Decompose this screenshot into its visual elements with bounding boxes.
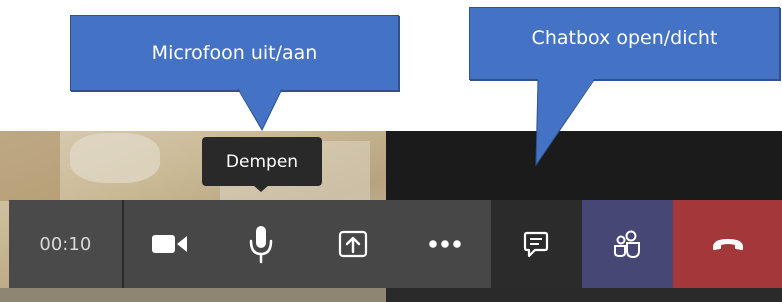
meeting-toolbar: 00:10 (9, 200, 782, 288)
callout-microphone-tail (237, 88, 283, 132)
bottom-strip (0, 288, 782, 302)
share-screen-button[interactable] (307, 200, 399, 288)
callout-chat-tail (535, 79, 595, 167)
chat-icon (524, 231, 549, 258)
callout-chat: Chatbox open/dicht (469, 7, 780, 80)
hang-up-icon (712, 239, 743, 250)
call-timer: 00:10 (9, 200, 124, 288)
chat-button[interactable] (490, 200, 582, 288)
mute-tooltip-arrow (253, 185, 269, 192)
mute-tooltip: Dempen (202, 137, 322, 186)
share-screen-icon (339, 230, 368, 258)
more-options-icon (429, 240, 461, 248)
callout-chat-label: Chatbox open/dicht (531, 27, 718, 49)
microphone-button[interactable] (215, 200, 308, 288)
participants-button[interactable] (581, 200, 674, 288)
video-camera-icon (151, 235, 187, 253)
camera-button[interactable] (123, 200, 216, 288)
microphone-icon (250, 226, 273, 264)
hang-up-button[interactable] (673, 200, 782, 288)
call-timer-label: 00:10 (39, 233, 92, 255)
more-options-button[interactable] (399, 200, 491, 288)
callout-microphone-label: Microfoon uit/aan (151, 42, 318, 64)
callout-microphone: Microfoon uit/aan (70, 15, 399, 91)
mute-tooltip-label: Dempen (225, 151, 299, 172)
participants-icon (614, 230, 641, 259)
